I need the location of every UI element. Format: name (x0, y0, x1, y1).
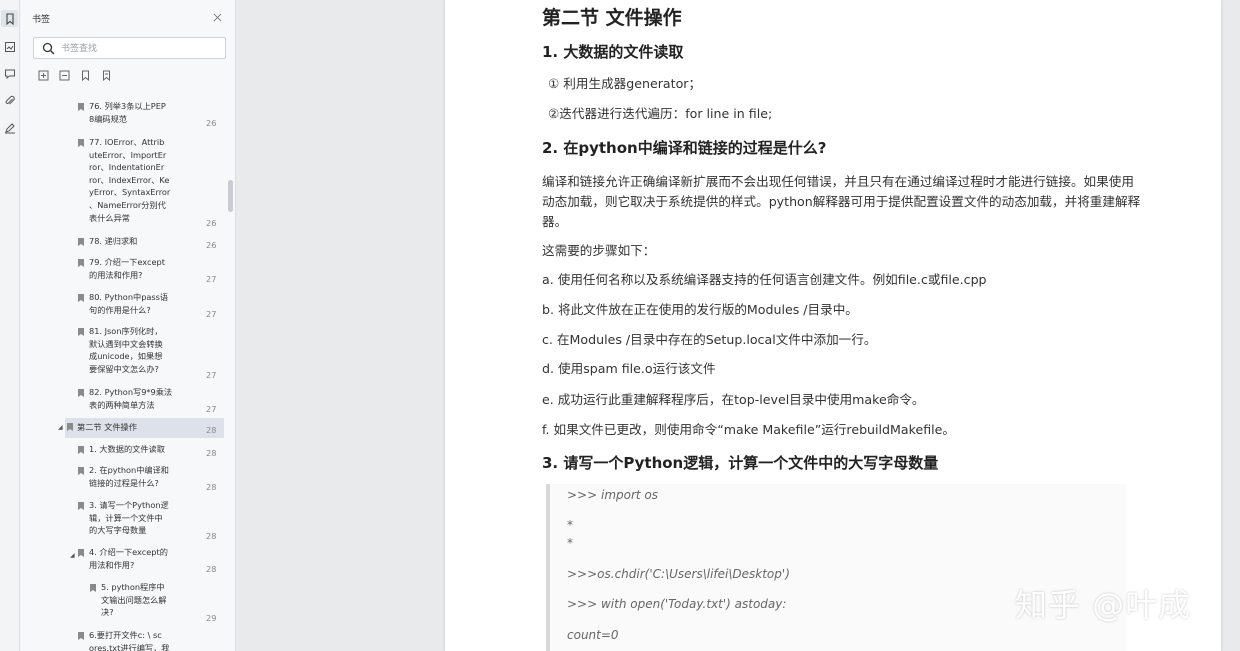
section-title: 第二节 文件操作 (542, 7, 682, 29)
step-f: f. 如果文件已更改，则使用命令“make Makefile”运行rebuild… (542, 422, 955, 437)
bookmark-item[interactable]: 82. Python写9*9乘法 表的两种简单方法 27 (20, 386, 235, 414)
thumbnail-icon[interactable] (1, 38, 18, 55)
step-e: e. 成功运行此重建解释程序后，在top-level目录中使用make命令。 (542, 392, 925, 407)
bookmark-flag-icon (78, 238, 84, 246)
bookmark-flag-icon (90, 584, 96, 592)
side-rail (0, 0, 20, 651)
bookmark-item[interactable]: 2. 在python中编译和 链接的过程是什么? 28 (20, 464, 235, 492)
collapse-triangle-icon[interactable]: ◢ (58, 422, 63, 435)
search-input[interactable] (61, 41, 221, 56)
bookmark-item[interactable]: ◢ 4. 介绍一下except的 用法和作用? 28 (20, 546, 235, 574)
heading-1: 1. 大数据的文件读取 (542, 43, 684, 61)
heading-3: 3. 请写一个Python逻辑，计算一个文件中的大写字母数量 (542, 454, 939, 472)
bookmark-flag-icon (78, 446, 84, 454)
bookmark-flag-icon (78, 328, 84, 336)
expand-all-icon[interactable] (37, 68, 49, 82)
bookmark-item[interactable]: 78. 递归求和 26 (20, 235, 235, 250)
close-icon[interactable] (210, 10, 224, 24)
bookmark-flag-icon (78, 139, 84, 147)
code-line: >>> import os (567, 488, 659, 502)
step-a: a. 使用任何名称以及系统编译器支持的任何语言创建文件。例如file.c或fil… (542, 272, 987, 287)
add-bookmark-icon[interactable] (79, 68, 91, 82)
document-page: 第二节 文件操作 1. 大数据的文件读取 ① 利用生成器generator； ②… (445, 0, 1221, 651)
step-d: d. 使用spam file.o运行该文件 (542, 361, 716, 376)
bookmark-search-box[interactable] (33, 37, 226, 59)
bookmark-flag-icon (78, 389, 84, 397)
heading-2: 2. 在python中编译和链接的过程是什么? (542, 139, 827, 157)
code-line: >>>os.chdir('C:\Users\lifei\Desktop') (567, 567, 790, 581)
code-line: >>> with open('Today.txt') astoday: (567, 597, 787, 611)
bookmark-flag-icon (78, 467, 84, 475)
code-line: * (567, 518, 573, 532)
bookmark-item[interactable]: 6.要打开文件c: \ sc ores.txt进行编写，我 (20, 629, 235, 651)
bookmark-flag-icon (78, 294, 84, 302)
paragraph: ②迭代器进行迭代遍历：for line in file; (548, 106, 773, 121)
attachment-icon[interactable] (1, 92, 18, 109)
watermark: 知乎 @叶成 (1015, 586, 1192, 624)
paragraph: 编译和链接允许正确编译新扩展而不会出现任何错误，并且只有在通过编译过程时才能进行… (542, 174, 1141, 229)
bookmark-item[interactable]: 81. Json序列化时， 默认遇到中文会转换 成unicode，如果想 要保留… (20, 325, 235, 380)
search-icon (42, 42, 55, 55)
delete-bookmark-icon[interactable] (100, 68, 112, 82)
code-line: * (567, 536, 573, 550)
bookmark-flag-icon (78, 259, 84, 267)
bookmark-flag-icon (78, 502, 84, 510)
panel-title: 书签 (32, 15, 51, 25)
bookmark-flag-icon (78, 103, 84, 111)
bookmark-item[interactable]: 76. 列举3条以上PEP 8编码规范 26 (20, 100, 235, 128)
bookmark-item[interactable]: 5. python程序中 文输出问题怎么解 决? 29 (20, 581, 235, 623)
step-c: c. 在Modules /目录中存在的Setup.local文件中添加一行。 (542, 332, 877, 347)
bookmark-item[interactable]: 77. IOError、Attrib uteError、ImportEr ror… (20, 136, 235, 228)
collapse-all-icon[interactable] (58, 68, 70, 82)
bookmark-item[interactable]: 3. 请写一个Python逻 辑，计算一个文件中 的大写字母数量 28 (20, 499, 235, 541)
bookmark-flag-icon (78, 632, 84, 640)
bookmark-item[interactable]: 79. 介绍一下except 的用法和作用? 27 (20, 256, 235, 284)
bookmark-item[interactable]: 1. 大数据的文件读取 28 (20, 443, 235, 458)
bookmark-flag-icon (78, 549, 84, 557)
paragraph: ① 利用生成器generator； (548, 76, 702, 91)
bookmark-item[interactable]: 80. Python中pass语 句的作用是什么? 27 (20, 291, 235, 319)
bookmark-scrollbar[interactable] (228, 180, 233, 212)
bookmark-icon[interactable] (1, 10, 18, 27)
step-b: b. 将此文件放在正在使用的发行版的Modules /目录中。 (542, 302, 858, 317)
collapse-triangle-icon[interactable]: ◢ (70, 550, 75, 563)
signature-icon[interactable] (1, 119, 18, 136)
bookmark-panel: 书签 76. 列举3条以上PEP 8编码 (20, 0, 236, 651)
paragraph: 这需要的步骤如下： (542, 243, 656, 258)
pdf-reader-window: 书签 76. 列举3条以上PEP 8编码 (0, 0, 1240, 651)
bookmark-toolbar (37, 68, 112, 84)
code-line: count=0 (567, 628, 619, 642)
bookmark-item-selected[interactable]: ◢ 第二节 文件操作 28 (58, 418, 224, 438)
bookmark-flag-icon (67, 423, 73, 431)
document-canvas[interactable]: 第二节 文件操作 1. 大数据的文件读取 ① 利用生成器generator； ②… (237, 0, 1240, 651)
comment-icon[interactable] (1, 65, 18, 82)
